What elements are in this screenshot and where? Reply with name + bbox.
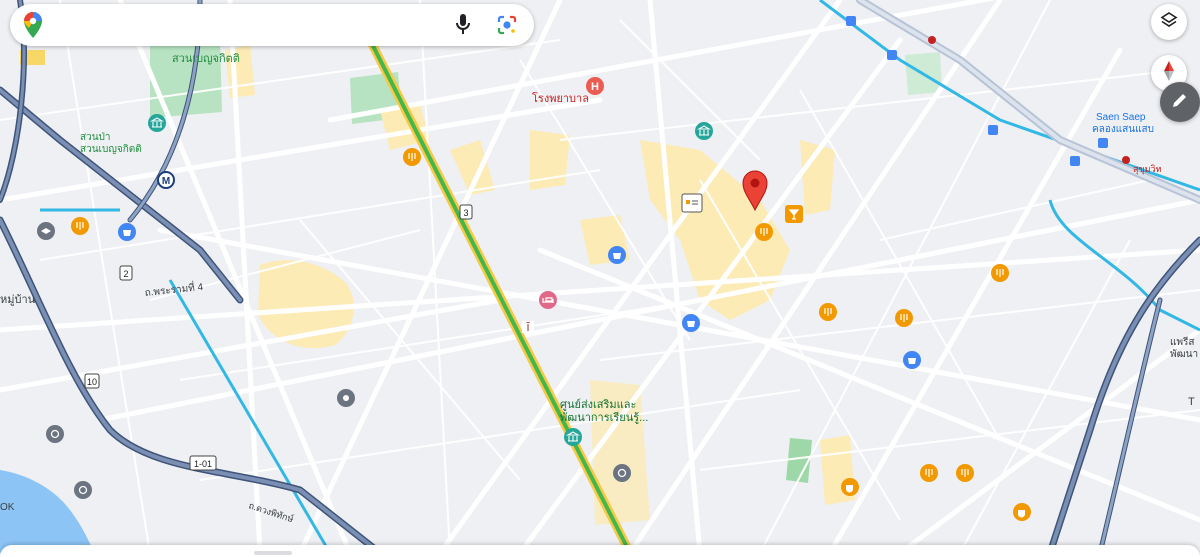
edit-map-button[interactable]	[1160, 82, 1200, 122]
layers-button[interactable]	[1151, 4, 1187, 40]
poi-restaurant[interactable]	[991, 264, 1009, 282]
google-lens-icon[interactable]	[490, 8, 524, 42]
svg-text:OK: OK	[0, 502, 15, 513]
poi-generic[interactable]	[337, 389, 355, 407]
svg-text:H: H	[591, 81, 599, 93]
svg-text:สุขุมวิท: สุขุมวิท	[1133, 164, 1162, 175]
search-input[interactable]	[54, 15, 446, 35]
poi-worship[interactable]	[74, 481, 92, 499]
poi-museum[interactable]	[695, 122, 713, 140]
poi-school[interactable]	[37, 222, 55, 240]
poi-restaurant[interactable]	[819, 303, 837, 321]
microphone-icon[interactable]	[446, 8, 480, 42]
map-canvas[interactable]: 10 1-01 3 2 สวนเบญจกิตติ สวนป่า สวนเบญจก…	[0, 0, 1200, 553]
svg-text:พัฒนา: พัฒนา	[1170, 349, 1198, 360]
poi-worship[interactable]	[46, 425, 64, 443]
svg-text:1-01: 1-01	[194, 459, 212, 469]
learning-center-label-2: พัฒนาการเรียนรู้...	[560, 411, 648, 424]
poi-restaurant[interactable]	[71, 217, 89, 235]
bts-station-icon[interactable]: Ĩ	[522, 321, 534, 334]
metro-station-icon[interactable]: M	[157, 171, 175, 189]
poi-cafe[interactable]	[1013, 503, 1031, 521]
poi-museum[interactable]	[564, 428, 582, 446]
poi-hospital[interactable]: H	[586, 77, 604, 95]
poi-museum[interactable]	[148, 114, 166, 132]
saen-saep-th-label: คลองแสนแสบ	[1092, 124, 1154, 135]
layers-icon	[1160, 11, 1178, 34]
svg-text:M: M	[162, 176, 170, 187]
village-label: หมู่บ้าน	[0, 294, 36, 306]
poi-bar[interactable]	[785, 205, 803, 223]
bottom-sheet[interactable]	[0, 545, 1200, 557]
poi-restaurant[interactable]	[895, 309, 913, 327]
transit-card-icon[interactable]	[681, 193, 703, 213]
poi-shopping[interactable]	[903, 351, 921, 369]
poi-shopping[interactable]	[118, 223, 136, 241]
svg-text:สวนป่า: สวนป่า	[80, 132, 111, 143]
svg-text:สวนเบญจกิตติ: สวนเบญจกิตติ	[80, 144, 142, 155]
pencil-icon	[1171, 91, 1189, 114]
bottom-sheet-handle[interactable]	[254, 551, 292, 555]
svg-text:T: T	[1188, 396, 1195, 408]
google-maps-logo-icon[interactable]	[24, 12, 44, 38]
park-label: สวนเบญจกิตติ	[172, 53, 240, 65]
learning-center-label-1: ศูนย์ส่งเสริมและ	[560, 398, 636, 411]
poi-restaurant[interactable]	[403, 148, 421, 166]
hospital-label: โรงพยาบาล	[532, 91, 589, 105]
poi-restaurant[interactable]	[920, 464, 938, 482]
poi-restaurant[interactable]	[755, 223, 773, 241]
search-bar	[10, 4, 534, 46]
svg-text:10: 10	[87, 377, 97, 387]
poi-cafe[interactable]	[841, 478, 859, 496]
poi-worship[interactable]	[613, 464, 631, 482]
svg-text:แพรีส: แพรีส	[1170, 336, 1195, 348]
svg-text:2: 2	[123, 269, 128, 279]
poi-restaurant[interactable]	[956, 464, 974, 482]
poi-shopping[interactable]	[682, 314, 700, 332]
svg-text:3: 3	[463, 208, 468, 218]
poi-hotel[interactable]	[539, 291, 557, 309]
saen-saep-en-label: Saen Saep	[1096, 112, 1146, 123]
poi-shopping[interactable]	[608, 246, 626, 264]
